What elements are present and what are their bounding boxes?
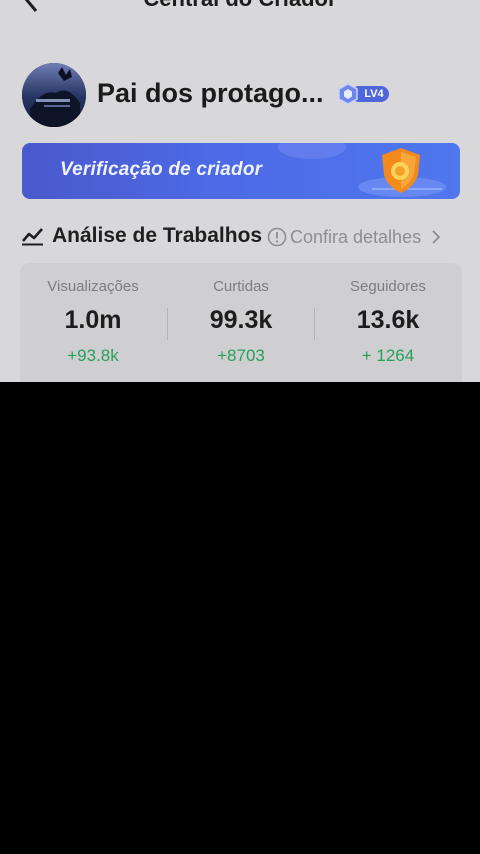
banner-title: Verificação de criador	[60, 159, 263, 180]
shield-coin-icon	[382, 148, 420, 193]
section-title: Análise de Trabalhos	[52, 224, 263, 247]
info-icon	[267, 227, 287, 247]
page-title: Central do Criador	[0, 0, 480, 12]
stat-delta: +93.8k	[67, 346, 119, 365]
stat-label: Curtidas	[213, 278, 269, 295]
avatar-image	[22, 63, 86, 127]
stat-value: 1.0m	[64, 306, 122, 334]
stat-label: Seguidores	[350, 278, 426, 295]
stat-likes[interactable]: Curtidas 99.3k +8703	[168, 263, 314, 382]
blank-overlay	[0, 382, 480, 854]
stats-card: Visualizações 1.0m +93.8k Curtidas 99.3k…	[20, 263, 462, 382]
trend-chart-icon	[22, 228, 43, 246]
works-analysis-header: Análise de Trabalhos Confira detalhes	[22, 222, 462, 252]
level-label: LV4	[364, 88, 384, 100]
avatar[interactable]	[22, 63, 86, 127]
stat-delta: +8703	[217, 346, 265, 365]
creator-verification-banner[interactable]: Verificação de criador	[22, 143, 460, 199]
top-bar: Central do Criador	[0, 0, 480, 16]
chevron-right-icon	[432, 230, 441, 244]
stat-label: Visualizações	[47, 278, 139, 295]
stat-delta: + 1264	[361, 346, 415, 365]
stat-value: 99.3k	[209, 306, 273, 334]
view-details-link[interactable]: Confira detalhes	[267, 224, 441, 250]
stat-views[interactable]: Visualizações 1.0m +93.8k	[20, 263, 166, 382]
stat-followers[interactable]: Seguidores 13.6k + 1264	[315, 263, 461, 382]
username[interactable]: Pai dos protago...	[97, 78, 324, 109]
level-badge[interactable]: LV4	[337, 83, 391, 105]
stat-value: 13.6k	[356, 306, 420, 334]
creator-center-screen: Central do Criador Pai dos protago...	[0, 0, 480, 382]
profile-section: Pai dos protago... LV4	[22, 63, 462, 127]
details-label: Confira detalhes	[290, 226, 422, 247]
